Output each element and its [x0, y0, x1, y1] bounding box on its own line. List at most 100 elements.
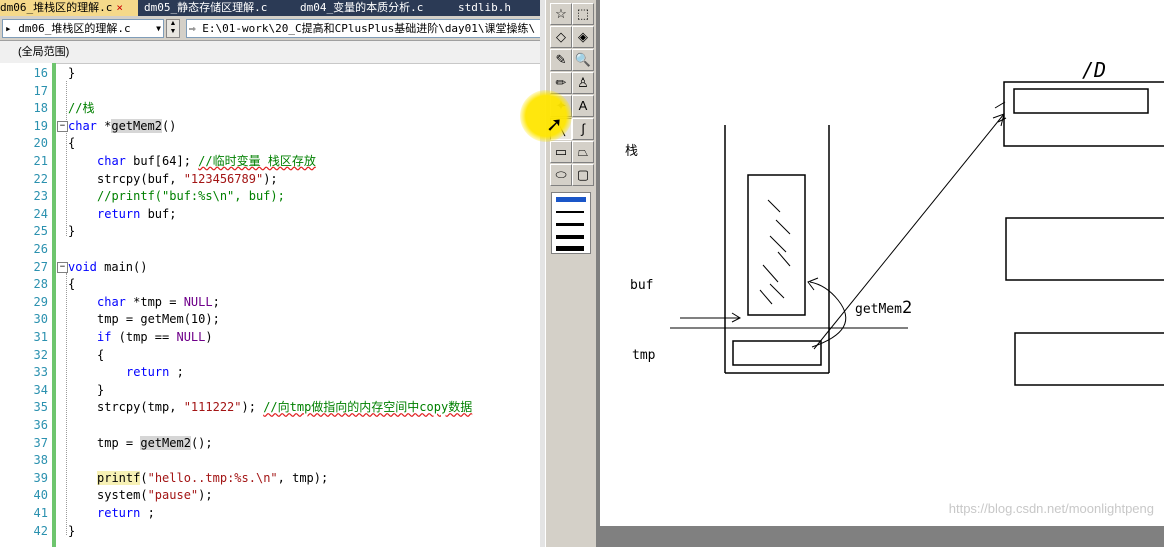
line-width-2[interactable]: [556, 211, 584, 213]
line-number: 28: [33, 277, 48, 292]
code-line[interactable]: strcpy(tmp, "111222"); //向tmp做指向的内存空间中co…: [97, 398, 472, 416]
line-number: 30: [33, 312, 48, 327]
code-line[interactable]: system("pause");: [97, 486, 213, 504]
path-dropdown-value: E:\01-work\20_C提高和CPlusPlus基础进阶\day01\课堂…: [202, 22, 536, 35]
code-line[interactable]: }: [68, 222, 75, 240]
line-width-3[interactable]: [556, 223, 584, 226]
line-number: 29: [33, 294, 48, 309]
line-number: 40: [33, 488, 48, 503]
line-width-5[interactable]: [556, 246, 584, 251]
getmem-label-text: getMem: [855, 302, 902, 317]
close-tab-icon[interactable]: ×: [116, 1, 123, 14]
line-number: 22: [33, 171, 48, 186]
polygon-tool-icon[interactable]: ⏢: [572, 141, 594, 163]
tab-label: dm05_静态存储区理解.c: [144, 1, 268, 14]
code-line[interactable]: {: [68, 134, 75, 152]
rect-select-tool-icon[interactable]: ⬚: [572, 3, 594, 25]
code-line[interactable]: printf("hello..tmp:%s.\n", tmp);: [97, 469, 328, 487]
getmem-label: getMem2: [855, 298, 912, 318]
rectangle-tool-icon[interactable]: ▭: [550, 141, 572, 163]
line-number: 25: [33, 224, 48, 239]
curve-tool-icon[interactable]: ∫: [572, 118, 594, 140]
code-line[interactable]: //printf("buf:%s\n", buf);: [97, 187, 285, 205]
indent-guide: [66, 273, 68, 535]
tmp-label: tmp: [632, 348, 656, 363]
tab-label: dm04_变量的本质分析.c: [300, 1, 424, 14]
editor-tab-bar: dm06_堆栈区的理解.c × dm05_静态存储区理解.c dm04_变量的本质…: [0, 0, 545, 16]
scope-bar[interactable]: (全局范围): [0, 41, 545, 64]
fold-toggle-icon[interactable]: −: [57, 261, 68, 273]
heap-top-label: /D: [1082, 58, 1107, 82]
file-dropdown[interactable]: ▸ dm06_堆栈区的理解.c ▼: [2, 19, 164, 38]
code-line[interactable]: return buf;: [97, 205, 176, 223]
code-line[interactable]: //栈: [68, 99, 94, 117]
code-line[interactable]: {: [68, 275, 75, 293]
spin-button[interactable]: ▲ ▼: [166, 19, 180, 38]
code-line[interactable]: if (tmp == NULL): [97, 328, 213, 346]
color-picker-tool-icon[interactable]: ✎: [550, 49, 572, 71]
text-tool-icon[interactable]: A: [572, 95, 594, 117]
line-number: 32: [33, 347, 48, 362]
mouse-pointer-icon: ➚: [546, 114, 563, 136]
dropdown-arrow-icon: ▸: [5, 22, 12, 35]
line-number: 27: [33, 259, 48, 274]
code-line[interactable]: char *tmp = NULL;: [97, 293, 220, 311]
line-number: 17: [33, 83, 48, 98]
buf-label: buf: [630, 278, 654, 293]
code-line[interactable]: return ;: [97, 504, 155, 522]
rounded-rectangle-tool-icon[interactable]: ▢: [572, 164, 594, 186]
tmp-box: [732, 340, 822, 366]
buf-box: [747, 174, 806, 316]
line-number: 41: [33, 506, 48, 520]
ellipse-tool-icon[interactable]: ⬭: [550, 164, 572, 186]
fill-tool-icon[interactable]: ◈: [572, 26, 594, 48]
code-line[interactable]: }: [68, 64, 75, 82]
code-line[interactable]: }: [97, 381, 104, 399]
brush-tool-icon[interactable]: ♙: [572, 72, 594, 94]
tab-label: dm06_堆栈区的理解.c: [0, 1, 113, 14]
magnifier-tool-icon[interactable]: 🔍: [572, 49, 594, 71]
buf-hatch: [759, 199, 791, 305]
eraser-tool-icon[interactable]: ◇: [550, 26, 572, 48]
code-line[interactable]: tmp = getMem(10);: [97, 310, 220, 328]
line-number: 38: [33, 453, 48, 468]
paint-canvas-area: 栈 buf tmp getMem2 /D https://blog.csdn.n…: [597, 0, 1164, 547]
code-line[interactable]: strcpy(buf, "123456789");: [97, 170, 278, 188]
tool-palette: ☆⬚◇◈✎🔍✏♙✦A╲∫▭⏢⬭▢: [545, 0, 597, 547]
line-number: 34: [33, 382, 48, 397]
path-dropdown[interactable]: ⇨ E:\01-work\20_C提高和CPlusPlus基础进阶\day01\…: [186, 19, 544, 38]
paint-canvas[interactable]: 栈 buf tmp getMem2 /D https://blog.csdn.n…: [600, 0, 1164, 526]
watermark: https://blog.csdn.net/moonlightpeng: [948, 501, 1154, 516]
code-area[interactable]: 16} 17 18//栈 19− char *getMem2() 20{21 char bu…: [0, 63, 545, 547]
code-line[interactable]: char *getMem2(): [68, 117, 176, 135]
change-tracking-bar: [52, 63, 56, 547]
drawing: [670, 81, 1164, 386]
heap-box-3: [1014, 332, 1164, 386]
code-line[interactable]: tmp = getMem2();: [97, 434, 213, 452]
code-line[interactable]: return ;: [126, 363, 184, 381]
heap-inner-box: [1013, 88, 1149, 114]
code-line[interactable]: }: [68, 522, 75, 540]
line-width-4[interactable]: [556, 235, 584, 239]
tab-stdlib[interactable]: stdlib.h: [458, 0, 538, 16]
line-number: 33: [33, 365, 48, 380]
line-number: 20: [33, 136, 48, 151]
heap-box-2: [1005, 217, 1164, 281]
code-editor: dm06_堆栈区的理解.c × dm05_静态存储区理解.c dm04_变量的本质…: [0, 0, 545, 547]
free-select-tool-icon[interactable]: ☆: [550, 3, 572, 25]
line-number: 23: [33, 189, 48, 204]
line-number: 37: [33, 435, 48, 450]
tab-dm04[interactable]: dm04_变量的本质分析.c: [300, 0, 450, 16]
heap-box-1: [1003, 81, 1164, 147]
tab-dm06[interactable]: dm06_堆栈区的理解.c ×: [0, 0, 138, 16]
line-width-box[interactable]: [551, 192, 591, 254]
code-line[interactable]: char buf[64]; //临时变量 栈区存放: [97, 152, 316, 170]
chevron-down-icon: ▼: [156, 24, 161, 33]
line-number: 18: [33, 101, 48, 116]
getmem-label-suffix: 2: [901, 298, 913, 318]
code-line[interactable]: {: [97, 346, 104, 364]
fold-toggle-icon[interactable]: −: [57, 120, 68, 132]
code-line[interactable]: void main(): [68, 258, 147, 276]
line-width-1[interactable]: [556, 197, 586, 202]
tab-dm05[interactable]: dm05_静态存储区理解.c: [144, 0, 294, 16]
